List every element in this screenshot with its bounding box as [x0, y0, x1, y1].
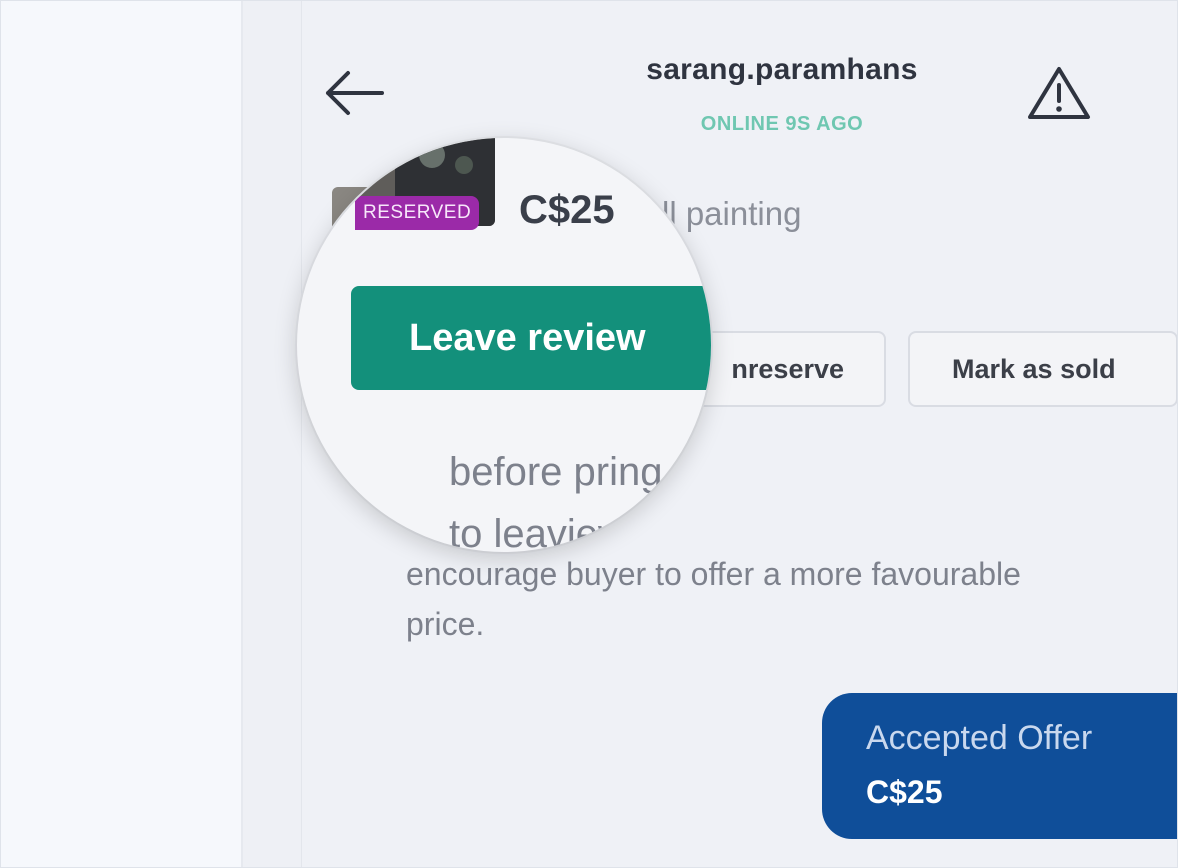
pane-divider	[243, 1, 302, 867]
app-frame: sarang.paramhans ONLINE 9S AGO C$25 ll p…	[0, 0, 1178, 868]
conversation-list-pane	[1, 1, 243, 867]
message-line: encourage buyer to offer a more favourab…	[406, 556, 1021, 592]
arrow-left-icon	[326, 71, 384, 115]
offer-label: Accepted Offer	[866, 719, 1093, 757]
online-status: ONLINE 9S AGO	[700, 113, 864, 135]
message-line: price.	[406, 606, 485, 642]
chat-username[interactable]: sarang.paramhans	[542, 53, 1022, 87]
mark-as-sold-button[interactable]: Mark as sold	[908, 331, 1177, 407]
back-button[interactable]	[322, 67, 386, 119]
offer-amount: C$25	[866, 774, 943, 810]
report-button[interactable]	[1024, 63, 1094, 123]
magnifier-lens: RESERVED C$25 Leave review before pring …	[297, 138, 711, 552]
warning-triangle-icon	[1028, 67, 1090, 119]
accepted-offer-bubble: Accepted Offer C$25	[822, 693, 1177, 839]
listing-title: ll painting	[662, 195, 802, 232]
system-message: encourage buyer to offer a more favourab…	[406, 549, 1176, 649]
listing-price-zoomed: C$25	[519, 188, 615, 232]
message-line-zoomed: to leaview for each other. Otherwise,	[449, 512, 711, 552]
message-line-zoomed: before pring to deal. You'll then be ab	[449, 450, 711, 494]
leave-review-button[interactable]: Leave review	[351, 286, 711, 390]
reserved-badge: RESERVED	[355, 196, 480, 230]
